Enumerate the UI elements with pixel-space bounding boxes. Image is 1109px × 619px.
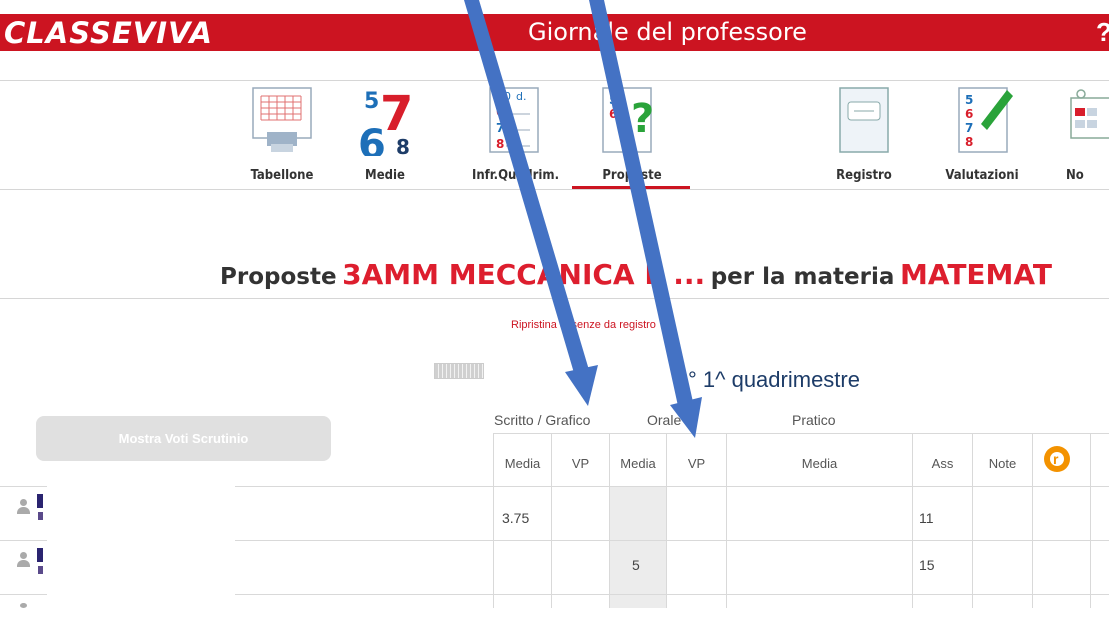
annotation-arrow [589, 0, 702, 438]
annotation-arrow [464, 0, 598, 406]
annotation-arrows [464, 0, 702, 438]
